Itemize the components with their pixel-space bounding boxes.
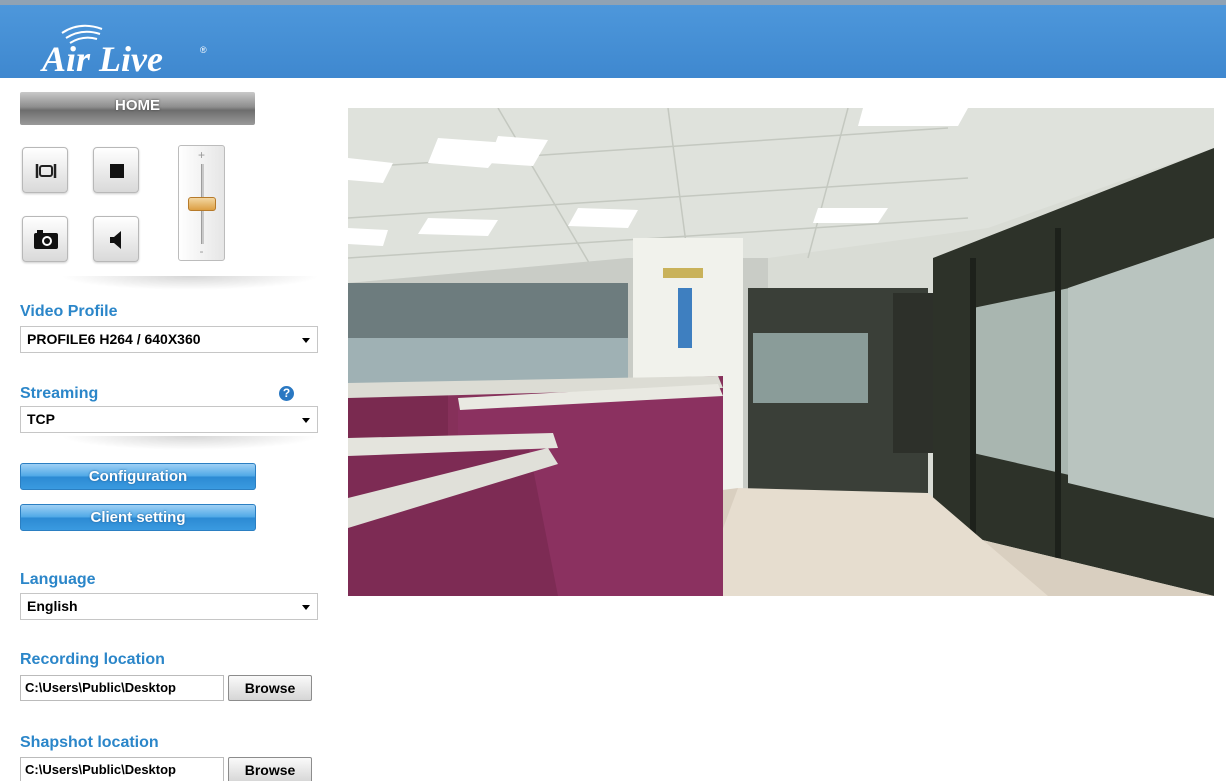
video-profile-label: Video Profile <box>20 303 118 320</box>
snapshot-path-input[interactable]: C:\Users\Public\Desktop <box>20 757 224 781</box>
language-value: English <box>27 598 78 614</box>
recording-browse-button[interactable]: Browse <box>228 675 312 701</box>
divider <box>60 276 320 290</box>
help-icon[interactable]: ? <box>279 386 294 401</box>
streaming-label: Streaming <box>20 385 99 402</box>
language-select[interactable]: English <box>20 593 318 620</box>
zoom-slider[interactable]: + - <box>178 145 225 261</box>
snapshot-location-label: Shapshot location <box>20 734 159 751</box>
snapshot-browse-button[interactable]: Browse <box>228 757 312 781</box>
chevron-down-icon <box>302 605 310 610</box>
stop-icon <box>110 164 124 178</box>
speaker-icon <box>110 231 121 249</box>
header-bar: Air Live ® <box>0 0 1226 79</box>
video-profile-value: PROFILE6 H264 / 640X360 <box>27 331 201 347</box>
zoom-thumb[interactable] <box>188 197 216 211</box>
recording-path-input[interactable]: C:\Users\Public\Desktop <box>20 675 224 701</box>
configuration-button[interactable]: Configuration <box>20 463 256 490</box>
video-profile-select[interactable]: PROFILE6 H264 / 640X360 <box>20 326 318 353</box>
stop-button[interactable] <box>93 147 139 193</box>
camera-icon <box>34 230 58 249</box>
video-frame <box>348 108 1214 596</box>
audio-button[interactable] <box>93 216 139 262</box>
chevron-down-icon <box>302 418 310 423</box>
home-button[interactable]: HOME <box>20 92 255 125</box>
zoom-minus-label: - <box>199 244 204 258</box>
recording-location-label: Recording location <box>20 651 165 668</box>
chevron-down-icon <box>302 338 310 343</box>
fullscreen-icon <box>35 164 57 178</box>
snapshot-button[interactable] <box>22 216 68 262</box>
fullscreen-button[interactable] <box>22 147 68 193</box>
language-label: Language <box>20 571 96 588</box>
streaming-select[interactable]: TCP <box>20 406 318 433</box>
divider <box>60 436 320 450</box>
streaming-value: TCP <box>27 411 55 427</box>
client-setting-button[interactable]: Client setting <box>20 504 256 531</box>
airlive-logo: Air Live ® <box>40 24 207 79</box>
zoom-plus-label: + <box>197 148 205 162</box>
svg-text:Air Live: Air Live <box>40 39 163 79</box>
live-video-feed[interactable] <box>348 108 1214 596</box>
svg-text:®: ® <box>200 45 207 55</box>
